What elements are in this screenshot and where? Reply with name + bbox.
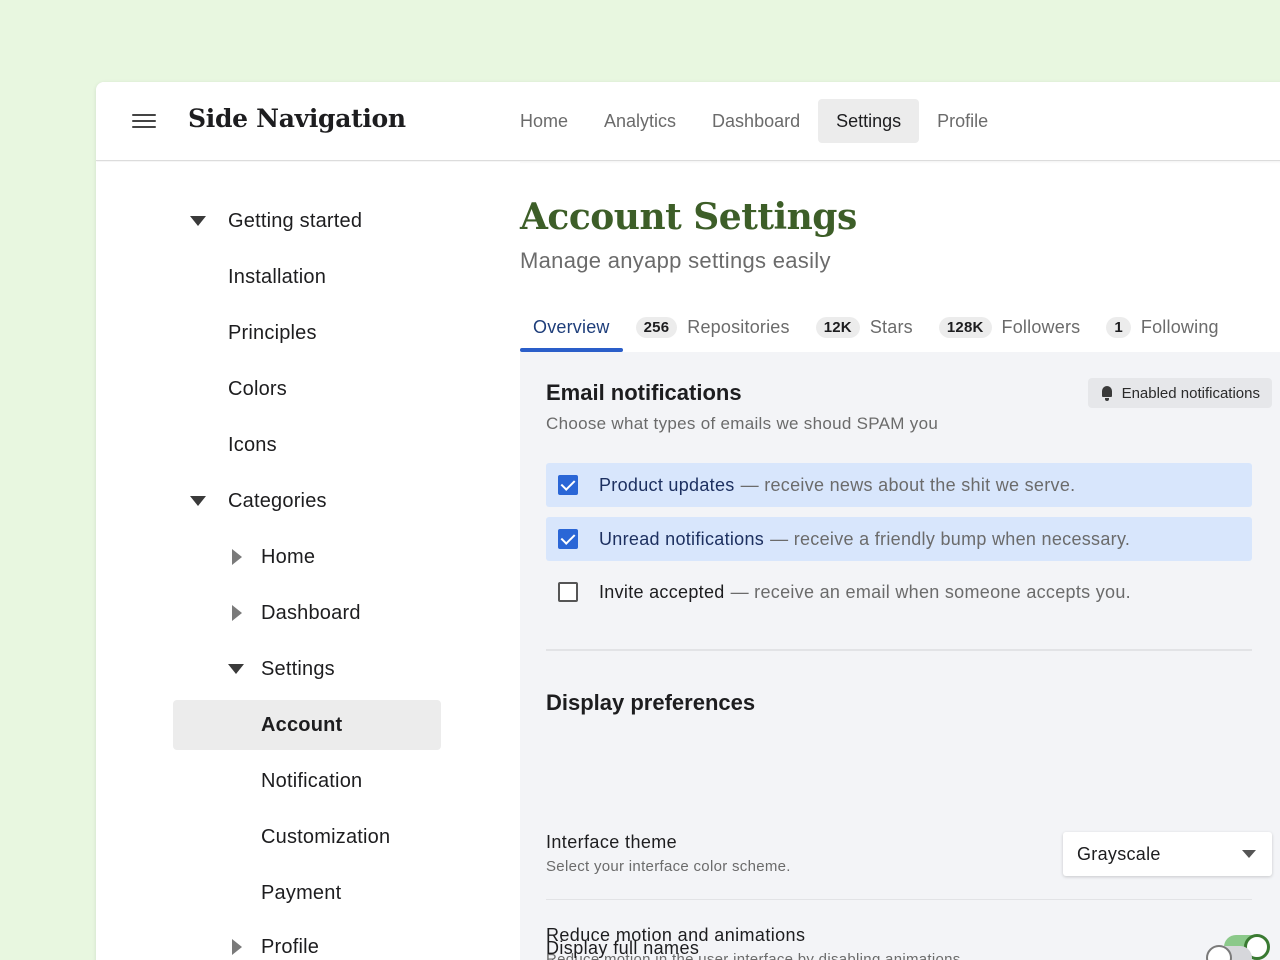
top-bar: Side Navigation Home Analytics Dashboard…: [96, 82, 1280, 161]
topnav-home[interactable]: Home: [502, 99, 586, 143]
interface-theme-label: Interface theme: [546, 832, 678, 852]
full-names-label: Display full names: [546, 938, 700, 958]
sidebar-item-customization[interactable]: Customization: [261, 812, 390, 862]
sidebar-item-getting-started[interactable]: Getting started: [188, 196, 362, 246]
option-label: Unread notifications: [599, 528, 765, 549]
topnav-analytics[interactable]: Analytics: [586, 99, 694, 143]
side-navigation: Getting started Installation Principles …: [96, 162, 520, 960]
sidebar-item-label: Home: [261, 546, 316, 568]
sidebar-item-notification[interactable]: Notification: [261, 756, 362, 806]
interface-theme-select[interactable]: Grayscale: [1063, 832, 1272, 876]
sidebar-item-label: Categories: [228, 490, 327, 512]
count-badge: 128K: [938, 316, 992, 338]
sidebar-item-categories[interactable]: Categories: [188, 476, 327, 526]
tab-label: Repositories: [687, 316, 790, 337]
full-names-toggle[interactable]: [1206, 945, 1252, 960]
settings-panel: Email notifications Choose what types of…: [520, 352, 1280, 960]
interface-theme-help: Select your interface color scheme.: [546, 858, 791, 875]
sidebar-item-icons[interactable]: Icons: [228, 420, 277, 470]
display-section-title: Display preferences: [546, 690, 756, 715]
option-description: — receive a friendly bump when necessary…: [770, 528, 1131, 549]
caret-right-icon: [228, 922, 248, 960]
sidebar-item-label: Profile: [261, 936, 320, 958]
caret-down-icon: [188, 476, 208, 526]
tab-repositories[interactable]: 256 Repositories: [623, 304, 803, 350]
badge-label: Enabled notifications: [1121, 384, 1260, 402]
tab-following[interactable]: 1 Following: [1093, 304, 1231, 350]
caret-down-icon: [188, 196, 208, 246]
tab-stars[interactable]: 12K Stars: [803, 304, 926, 350]
toggle-knob: [1206, 945, 1232, 960]
section-divider: [546, 649, 1252, 651]
sidebar-item-label: Settings: [261, 658, 335, 680]
tab-followers[interactable]: 128K Followers: [926, 304, 1094, 350]
sidebar-item-label: Dashboard: [261, 602, 361, 624]
tab-label: Overview: [533, 316, 610, 337]
sidebar-item-home[interactable]: Home: [228, 532, 315, 582]
sidebar-item-label: Getting started: [228, 210, 363, 232]
sidebar-item-installation[interactable]: Installation: [228, 252, 326, 302]
caret-right-icon: [228, 588, 248, 638]
count-badge: 12K: [815, 316, 860, 338]
profile-tabs: Overview 256 Repositories 12K Stars 128K Fo…: [520, 304, 1232, 352]
sidebar-item-label: Account: [261, 714, 343, 736]
sidebar-item-profile[interactable]: Profile: [228, 922, 319, 960]
chevron-down-icon: [1242, 850, 1256, 858]
sidebar-item-payment[interactable]: Payment: [261, 868, 341, 918]
notifications-status-badge[interactable]: Enabled notifications: [1087, 378, 1272, 408]
checkbox-checked[interactable]: [558, 475, 578, 495]
tab-overview[interactable]: Overview: [520, 304, 623, 352]
tab-label: Following: [1140, 316, 1219, 337]
app-window: Side Navigation Home Analytics Dashboard…: [96, 82, 1280, 960]
select-value: Grayscale: [1077, 843, 1161, 864]
caret-right-icon: [228, 532, 248, 582]
option-label: Invite accepted: [599, 581, 725, 602]
option-description: — receive news about the shit we serve.: [740, 474, 1076, 495]
sidebar-item-account[interactable]: Account: [173, 700, 441, 750]
option-invite-accepted[interactable]: Invite accepted — receive an email when …: [546, 570, 1252, 614]
bell-icon: [1100, 385, 1114, 401]
tab-label: Followers: [1001, 316, 1081, 337]
row-divider: [546, 899, 1252, 900]
sidebar-item-settings[interactable]: Settings: [228, 644, 335, 694]
email-section-title: Email notifications: [546, 380, 742, 405]
page-subtitle: Manage anyapp settings easily: [520, 248, 831, 273]
option-unread-notifications[interactable]: Unread notifications — receive a friendl…: [546, 517, 1252, 561]
checkbox-unchecked[interactable]: [558, 582, 578, 602]
count-badge: 256: [635, 316, 678, 338]
sidebar-item-colors[interactable]: Colors: [228, 364, 287, 414]
option-label: Product updates: [599, 474, 735, 495]
tab-label: Stars: [869, 316, 913, 337]
checkbox-checked[interactable]: [558, 529, 578, 549]
email-section-description: Choose what types of emails we shoud SPA…: [546, 414, 939, 433]
sidebar-item-dashboard[interactable]: Dashboard: [228, 588, 361, 638]
menu-icon[interactable]: [132, 112, 156, 130]
caret-down-icon: [226, 644, 246, 694]
topnav-settings[interactable]: Settings: [818, 99, 920, 143]
page-title: Account Settings: [520, 196, 857, 238]
count-badge: 1: [1106, 316, 1131, 338]
app-title: Side Navigation: [188, 104, 406, 133]
top-navigation: Home Analytics Dashboard Settings Profil…: [502, 99, 1006, 143]
topnav-dashboard[interactable]: Dashboard: [694, 99, 818, 143]
topnav-profile[interactable]: Profile: [919, 99, 1006, 143]
sidebar-item-principles[interactable]: Principles: [228, 308, 317, 358]
option-product-updates[interactable]: Product updates — receive news about the…: [546, 463, 1252, 507]
option-description: — receive an email when someone accepts …: [730, 581, 1131, 602]
